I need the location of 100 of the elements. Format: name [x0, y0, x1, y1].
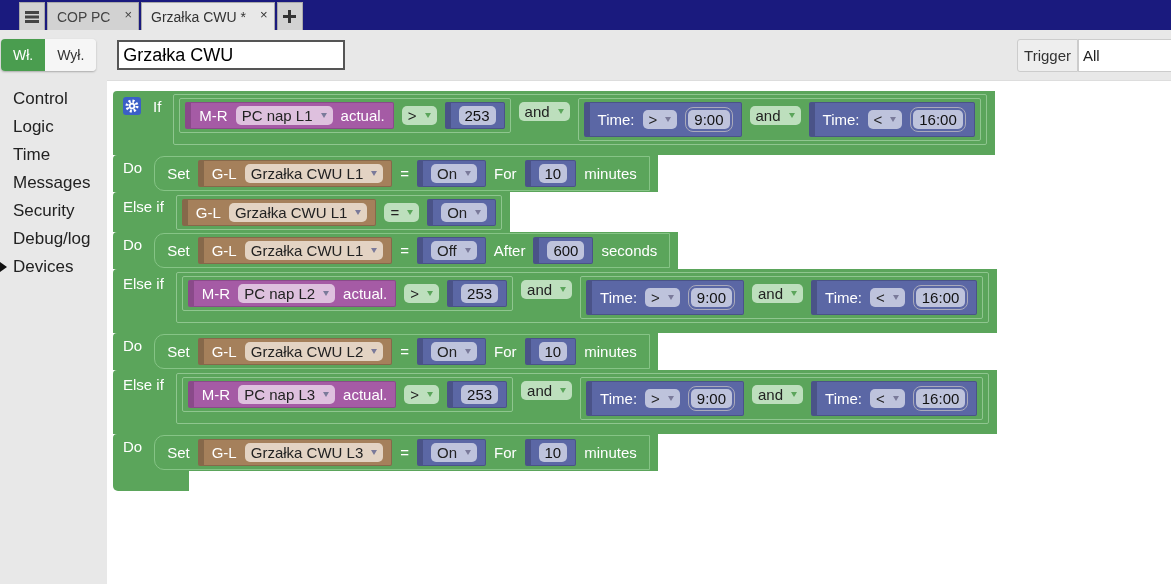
- block-text: Time:: [597, 111, 635, 128]
- block-text: actual.: [340, 107, 385, 124]
- operator-dropdown[interactable]: <: [870, 389, 905, 408]
- caret-icon: [560, 388, 567, 393]
- name-field[interactable]: Grzałka CWU: [117, 40, 346, 70]
- number-field[interactable]: 253: [458, 106, 496, 125]
- block-text: G-L: [211, 343, 237, 360]
- caret-icon: [427, 291, 434, 296]
- block-text: =: [400, 444, 409, 461]
- close-button[interactable]: ×: [124, 7, 133, 22]
- operator-dropdown[interactable]: and: [518, 102, 570, 121]
- selected-arrow-icon: [0, 262, 7, 272]
- block-text: G-L: [211, 165, 237, 182]
- block-text: G-L: [195, 204, 221, 221]
- operator-dropdown[interactable]: and: [521, 381, 573, 400]
- sidebar-item[interactable]: Control: [0, 89, 68, 109]
- sidebar-item[interactable]: Devices: [0, 257, 74, 277]
- time-field[interactable]: 16:00: [913, 110, 963, 129]
- operator-dropdown[interactable]: and: [749, 106, 801, 125]
- state-dropdown[interactable]: On: [431, 164, 478, 183]
- toggle-button[interactable]: Wył.: [45, 39, 97, 71]
- time-field[interactable]: 9:00: [690, 288, 733, 307]
- state-dropdown[interactable]: On: [441, 203, 488, 222]
- device-dropdown[interactable]: PC nap L3: [238, 385, 336, 404]
- block-text: After: [493, 242, 526, 259]
- block-text: minutes: [584, 165, 637, 182]
- sidebar-item[interactable]: Logic: [0, 117, 54, 137]
- trigger-label: Trigger: [1017, 38, 1078, 72]
- number-field[interactable]: 10: [538, 342, 568, 361]
- tab[interactable]: COP PC ×: [47, 2, 140, 30]
- time-field[interactable]: 9:00: [690, 389, 733, 408]
- operator-dropdown[interactable]: >: [642, 110, 678, 129]
- trigger-select[interactable]: All: [1078, 38, 1171, 72]
- caret-icon: [560, 287, 567, 292]
- time-field[interactable]: 9:00: [688, 110, 730, 129]
- block-label: Else if: [123, 275, 164, 292]
- device-dropdown[interactable]: Grzałka CWU L3: [244, 443, 384, 462]
- number-field[interactable]: 10: [538, 164, 568, 183]
- caret-icon: [892, 295, 899, 300]
- sidebar-item[interactable]: Messages: [0, 173, 91, 193]
- operator-dropdown[interactable]: <: [867, 110, 903, 129]
- caret-icon: [465, 171, 472, 176]
- sidebar-item[interactable]: Security: [0, 201, 75, 221]
- caret-icon: [788, 113, 795, 118]
- caret-icon: [791, 392, 798, 397]
- add-tab-button[interactable]: [276, 2, 303, 30]
- number-field[interactable]: 253: [461, 284, 499, 303]
- caret-icon: [890, 117, 897, 122]
- operator-dropdown[interactable]: =: [384, 203, 420, 222]
- block-text: =: [400, 242, 409, 259]
- block-label: Do: [123, 159, 143, 176]
- caret-icon: [323, 392, 330, 397]
- state-dropdown[interactable]: On: [431, 342, 478, 361]
- caret-icon: [791, 291, 798, 296]
- device-dropdown[interactable]: Grzałka CWU L1: [244, 164, 384, 183]
- block-text: For: [494, 165, 517, 182]
- caret-icon: [475, 210, 482, 215]
- device-dropdown[interactable]: Grzałka CWU L2: [244, 342, 384, 361]
- caret-icon: [371, 349, 378, 354]
- plus-icon: [283, 10, 297, 23]
- operator-dropdown[interactable]: and: [752, 284, 804, 303]
- block-text: actual.: [343, 386, 388, 403]
- block-text: G-L: [211, 242, 237, 259]
- menu-icon: [25, 10, 39, 23]
- device-dropdown[interactable]: PC nap L2: [238, 284, 336, 303]
- number-field[interactable]: 10: [538, 443, 568, 462]
- menu-button[interactable]: [19, 2, 45, 30]
- block-text: Time:: [825, 390, 862, 407]
- number-field[interactable]: 253: [461, 385, 499, 404]
- device-dropdown[interactable]: Grzałka CWU L1: [244, 241, 384, 260]
- caret-icon: [465, 349, 472, 354]
- block-text: M-R: [201, 285, 231, 302]
- sidebar-item[interactable]: Time: [0, 145, 51, 165]
- operator-dropdown[interactable]: >: [404, 385, 440, 404]
- state-dropdown[interactable]: Off: [431, 241, 477, 260]
- sidebar-item[interactable]: Debug/log: [0, 229, 91, 249]
- block-text: Time:: [825, 289, 862, 306]
- device-dropdown[interactable]: Grzałka CWU L1: [228, 203, 368, 222]
- block-text: Set: [167, 242, 190, 259]
- operator-dropdown[interactable]: >: [404, 284, 440, 303]
- caret-icon: [355, 210, 362, 215]
- number-field[interactable]: 600: [547, 241, 585, 260]
- operator-dropdown[interactable]: and: [521, 280, 573, 299]
- operator-dropdown[interactable]: >: [645, 288, 680, 307]
- tab[interactable]: Grzałka CWU * ×: [141, 2, 275, 30]
- block-text: seconds: [601, 242, 658, 259]
- time-field[interactable]: 16:00: [915, 288, 966, 307]
- operator-dropdown[interactable]: <: [870, 288, 905, 307]
- time-field[interactable]: 16:00: [915, 389, 966, 408]
- block-label: Else if: [123, 376, 164, 393]
- device-dropdown[interactable]: PC nap L1: [235, 106, 333, 125]
- state-dropdown[interactable]: On: [431, 443, 478, 462]
- operator-dropdown[interactable]: >: [401, 106, 437, 125]
- close-button[interactable]: ×: [259, 7, 268, 22]
- operator-dropdown[interactable]: >: [645, 389, 680, 408]
- block-text: Set: [167, 165, 190, 182]
- caret-icon: [465, 450, 472, 455]
- settings-icon[interactable]: [123, 97, 141, 115]
- block-text: minutes: [584, 444, 637, 461]
- operator-dropdown[interactable]: and: [752, 385, 804, 404]
